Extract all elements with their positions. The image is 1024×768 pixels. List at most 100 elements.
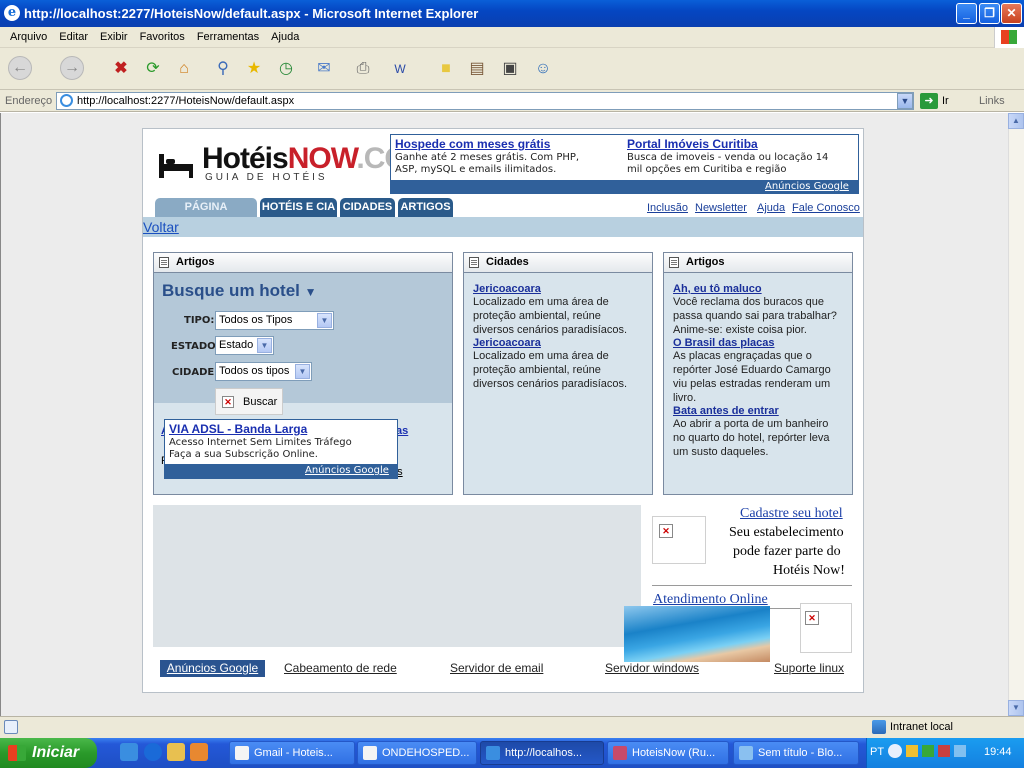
taskbar-ondehosped[interactable]: ONDEHOSPED... [357,741,477,765]
window-title: http://localhost:2277/HoteisNow/default.… [24,6,479,21]
cidade-select[interactable]: Todos os tipos ▼ [215,362,312,381]
pool-image [624,606,770,662]
ad-link-hospede[interactable]: Hospede com meses grátis [395,137,550,151]
article-desc: repórter José Eduardo Camargo [673,364,831,376]
menu-favoritos[interactable]: Favoritos [134,31,191,43]
mail-icon[interactable]: ✉ [311,56,337,82]
google-ads-link[interactable]: Anúncios Google [305,465,389,476]
window-title-bar[interactable]: http://localhost:2277/HoteisNow/default.… [0,0,1024,27]
tray-app-icon[interactable] [922,745,934,757]
cadastre-text: Seu estabelecimento [729,525,844,540]
link-ajuda[interactable]: Ajuda [757,202,785,214]
ad-link-via-adsl[interactable]: VIA ADSL - Banda Larga [169,422,307,436]
window-icon [486,746,500,760]
taskbar-hoteisnow[interactable]: HoteisNow (Ru... [607,741,729,765]
footer-link-cabeamento[interactable]: Cabeamento de rede [284,661,397,675]
taskbar-localhost[interactable]: http://localhos... [480,741,604,765]
tab-hoteis-e-cia[interactable]: HOTÉIS E CIA [260,198,337,217]
refresh-icon[interactable]: ⟳ [140,56,166,82]
google-ads-link[interactable]: Anúncios Google [765,181,849,192]
links-button[interactable]: Links [979,95,1005,107]
voltar-link[interactable]: Voltar [143,219,179,235]
scroll-down-icon[interactable]: ▼ [1008,700,1024,716]
minimize-button[interactable]: _ [956,3,977,24]
menu-ferramentas[interactable]: Ferramentas [191,31,265,43]
tipo-select[interactable]: Todos os Tipos ▼ [215,311,334,330]
link-fale-conosco[interactable]: Fale Conosco [792,202,860,214]
menu-bar: Arquivo Editar Exibir Favoritos Ferramen… [0,27,1024,48]
buscar-label: Buscar [243,396,278,408]
close-button[interactable]: ✕ [1001,3,1022,24]
window-icon [363,746,377,760]
back-icon[interactable]: ← [8,56,32,80]
article-link[interactable]: O Brasil das placas [673,337,852,349]
link-newsletter[interactable]: Newsletter [695,202,747,214]
windows-flag-icon [8,745,26,761]
tab-pagina-principal[interactable]: PÁGINA PRINCIPAL [155,198,257,232]
tray-security-icon[interactable] [938,745,950,757]
tray-help-icon[interactable] [888,744,902,758]
article-desc: um susto daqueles. [673,446,769,458]
logo-subtitle: GUIA DE HOTÉIS [205,172,328,183]
print-icon[interactable]: ⎙ [350,56,376,82]
tab-cidades[interactable]: CIDADES [340,198,395,217]
address-dropdown-icon[interactable]: ▼ [897,93,913,109]
favorites-icon[interactable]: ★ [241,56,267,82]
tray-wireless-icon[interactable] [954,745,966,757]
menu-editar[interactable]: Editar [53,31,94,43]
taskbar-notepad[interactable]: Sem título - Blo... [733,741,859,765]
clock[interactable]: 19:44 [984,746,1012,758]
footer-link-email[interactable]: Servidor de email [450,661,543,675]
research-icon[interactable]: ▤ [464,56,490,82]
notes-icon[interactable]: ■ [433,56,459,82]
ad-text: Ganhe até 2 meses grátis. Com PHP, [395,152,580,163]
scroll-up-icon[interactable]: ▲ [1008,113,1024,129]
city-link[interactable]: Jericoacoara [473,337,652,349]
ad-text: ASP, mySQL e emails ilimitados. [395,164,557,175]
taskbar-gmail[interactable]: Gmail - Hoteis... [229,741,355,765]
history-icon[interactable]: ◷ [273,56,299,82]
article-link[interactable]: Ah, eu tô maluco [673,283,852,295]
footer-link-windows[interactable]: Servidor windows [605,661,699,675]
archive-icon[interactable]: ▣ [497,56,523,82]
chevron-down-icon: ▼ [317,313,332,328]
article-link[interactable]: Bata antes de entrar [673,405,852,417]
search-icon[interactable]: ⚲ [210,56,236,82]
vertical-scrollbar[interactable] [1008,113,1024,716]
chevron-down-icon: ▼ [295,364,310,379]
footer-google-ads-link[interactable]: Anúncios Google [160,660,265,677]
quicklaunch-folder-icon[interactable] [167,743,185,761]
maximize-button[interactable]: ❐ [979,3,1000,24]
estado-select[interactable]: Estado ▼ [215,336,274,355]
article-desc: As placas engraçadas que o [673,350,812,362]
panel-header: Artigos [154,253,452,273]
footer-link-linux[interactable]: Suporte linux [774,661,844,675]
ad-text: Faça a sua Subscrição Online. [169,449,318,460]
article-desc: Anime-se: existe coisa pior. [673,324,807,336]
messenger-icon[interactable]: ☺ [530,56,556,82]
ie-icon: e [4,5,20,21]
article-desc: no quarto do hotel, repórter leva [673,432,830,444]
forward-icon[interactable]: → [60,56,84,80]
address-input[interactable]: http://localhost:2277/HoteisNow/default.… [56,92,914,110]
home-icon[interactable]: ⌂ [171,56,197,82]
tray-network-icon[interactable] [906,745,918,757]
go-arrow-icon[interactable]: ➜ [920,93,938,109]
cadastre-link[interactable]: Cadastre seu hotel [740,506,843,522]
language-indicator[interactable]: PT [870,746,884,758]
menu-arquivo[interactable]: Arquivo [4,31,53,43]
cidades-panel: Cidades Jericoacoara Localizado em uma á… [463,252,653,495]
quicklaunch-desktop-icon[interactable] [120,743,138,761]
tab-artigos[interactable]: ARTIGOS [398,198,453,217]
quicklaunch-media-icon[interactable] [190,743,208,761]
link-inclusao[interactable]: Inclusão [647,202,688,214]
menu-exibir[interactable]: Exibir [94,31,134,43]
quicklaunch-ie-icon[interactable] [144,743,162,761]
menu-ajuda[interactable]: Ajuda [265,31,305,43]
go-button[interactable]: Ir [942,95,949,107]
city-link[interactable]: Jericoacoara [473,283,652,295]
ad-link-portal[interactable]: Portal Imóveis Curitiba [627,137,758,151]
ad-text: Acesso Internet Sem Limites Tráfego [169,437,352,448]
stop-icon[interactable]: ✖ [108,56,134,82]
edit-word-icon[interactable]: W [387,56,413,82]
